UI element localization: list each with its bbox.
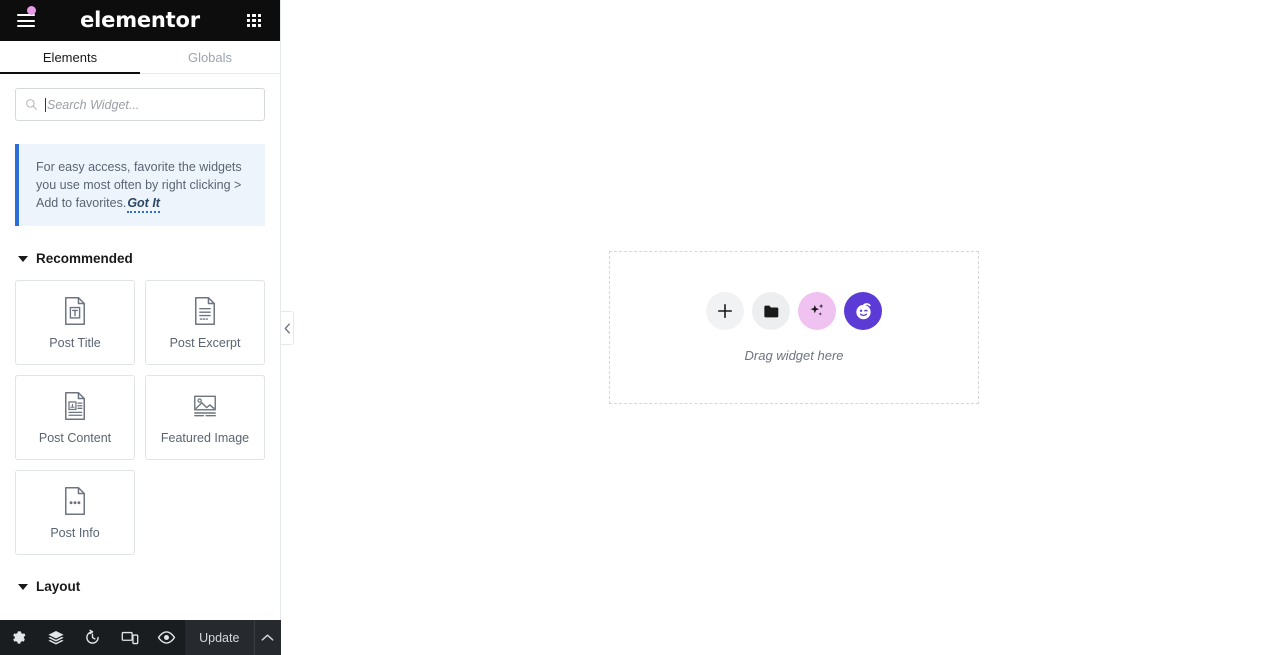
notification-dot-icon (27, 6, 36, 15)
responsive-devices-icon (121, 631, 138, 645)
layers-icon (47, 630, 64, 644)
panel-header: elementor (0, 0, 280, 41)
editor-canvas: Drag widget here (281, 0, 1280, 655)
search-input[interactable]: Search Widget... (15, 88, 265, 121)
eye-icon (157, 631, 176, 644)
brand-title: elementor (80, 8, 200, 32)
tab-elements[interactable]: Elements (0, 41, 140, 75)
gear-icon (13, 631, 26, 644)
winking-face-icon (855, 302, 871, 319)
widget-label: Post Title (49, 335, 101, 350)
assistant-button[interactable] (844, 292, 882, 330)
plus-icon (717, 303, 733, 319)
got-it-link[interactable]: Got It (127, 196, 160, 213)
sparkles-icon (810, 303, 824, 316)
menu-button[interactable] (0, 0, 52, 41)
widget-post-content[interactable]: Post Content (15, 375, 135, 460)
widget-grid: Post Title Post Excerpt Post Content Fea… (0, 266, 280, 555)
dropzone-label: Drag widget here (744, 348, 844, 363)
notice-text: For easy access, favorite the widgets yo… (36, 158, 249, 213)
widget-post-info[interactable]: Post Info (15, 470, 135, 555)
folder-icon (763, 305, 778, 317)
post-title-icon (65, 296, 85, 325)
footer-tools (0, 620, 185, 655)
widget-dropzone[interactable]: Drag widget here (609, 251, 979, 404)
category-header-recommended[interactable]: Recommended (0, 251, 280, 266)
widget-post-excerpt[interactable]: Post Excerpt (145, 280, 265, 365)
preview-button[interactable] (148, 620, 185, 655)
widget-post-title[interactable]: Post Title (15, 280, 135, 365)
featured-image-icon (194, 395, 216, 416)
update-options-button[interactable] (253, 620, 281, 655)
elementor-editor: elementor Elements Globals Search Widget… (0, 0, 1280, 655)
apps-grid-icon (247, 13, 261, 28)
apps-button[interactable] (228, 0, 280, 41)
ai-builder-button[interactable] (798, 292, 836, 330)
dropzone-actions (706, 292, 882, 330)
chevron-down-icon (18, 583, 28, 590)
widget-label: Post Content (38, 430, 112, 445)
chevron-down-icon (18, 255, 28, 262)
add-template-button[interactable] (752, 292, 790, 330)
search-row: Search Widget... (0, 74, 280, 121)
history-button[interactable] (74, 620, 111, 655)
favorites-notice: For easy access, favorite the widgets yo… (15, 144, 265, 226)
chevron-up-icon (261, 634, 274, 641)
category-recommended: Recommended Post Title Post Excerpt Post… (0, 251, 280, 555)
widget-featured-image[interactable]: Featured Image (145, 375, 265, 460)
widget-label: Post Info (50, 525, 100, 540)
navigator-button[interactable] (37, 620, 74, 655)
category-title: Layout (36, 579, 81, 594)
panel-tabs: Elements Globals (0, 41, 280, 75)
widget-label: Featured Image (160, 430, 250, 445)
widget-label: Post Excerpt (169, 335, 241, 350)
post-content-icon (65, 391, 85, 420)
panel-footer: Update (0, 620, 281, 655)
update-button[interactable]: Update (185, 620, 254, 655)
chevron-left-icon (284, 322, 290, 334)
text-cursor (45, 97, 46, 112)
editor-panel: elementor Elements Globals Search Widget… (0, 0, 294, 655)
search-placeholder: Search Widget... (47, 97, 140, 112)
hamburger-menu-icon (17, 14, 35, 27)
collapse-panel-button[interactable] (281, 311, 294, 345)
add-element-button[interactable] (706, 292, 744, 330)
post-info-icon (65, 486, 85, 515)
category-header-layout[interactable]: Layout (0, 579, 280, 594)
history-clock-icon (86, 629, 99, 644)
category-title: Recommended (36, 251, 133, 266)
tab-globals[interactable]: Globals (140, 41, 280, 74)
post-excerpt-icon (195, 296, 215, 325)
search-icon (26, 99, 37, 110)
responsive-mode-button[interactable] (111, 620, 148, 655)
panel-body: Search Widget... For easy access, favori… (0, 74, 280, 655)
settings-button[interactable] (0, 620, 37, 655)
